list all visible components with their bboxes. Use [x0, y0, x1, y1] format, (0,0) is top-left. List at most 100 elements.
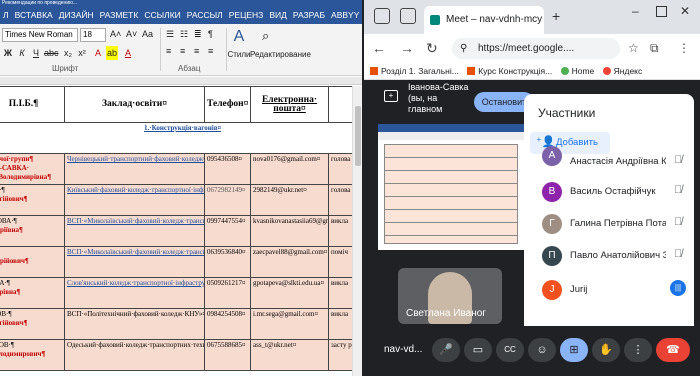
- ribbon-tab-references[interactable]: ССЫЛКИ: [141, 6, 183, 24]
- pilcrow-icon[interactable]: ¶: [208, 29, 213, 39]
- leave-call-button[interactable]: ☎: [656, 338, 690, 362]
- menu-icon[interactable]: ⋮: [678, 34, 690, 62]
- grow-font-icon[interactable]: A˄: [110, 29, 121, 39]
- bookmark-item[interactable]: Яндекс: [602, 62, 642, 79]
- presenter-banner: + Іванова-Савка (вы, на главном Останови…: [378, 80, 534, 118]
- name-cell: ИМОВ·¶ ·Сергійович¶: [0, 308, 65, 340]
- avatar: В: [542, 182, 562, 202]
- ribbon-tab-file[interactable]: Л: [0, 6, 12, 24]
- tab-bar: Meet – nav-vdnh-mcy + – ✕: [364, 0, 700, 34]
- numbering-icon[interactable]: ☷: [180, 29, 188, 40]
- document-page[interactable]: П.І.Б.¶ Заклад·освіти¤ Телефон¤ Електрон…: [0, 86, 352, 376]
- paragraph-group-label: Абзац: [178, 64, 201, 73]
- justify-icon[interactable]: ≡: [208, 46, 213, 56]
- ribbon-divider: [160, 28, 161, 71]
- browser-window: Meet – nav-vdnh-mcy + – ✕ ← → ↻ ⚲ https:…: [364, 0, 700, 376]
- site-info-icon[interactable]: ⚲: [460, 38, 467, 59]
- bookmarks-bar: Розділ 1. Загальні... Курс Конструкція..…: [364, 62, 700, 80]
- forward-icon[interactable]: →: [400, 34, 414, 62]
- subscript-icon[interactable]: x₂: [62, 46, 74, 60]
- yandex-icon: [602, 67, 611, 75]
- bold-icon[interactable]: Ж: [2, 46, 14, 60]
- ribbon-tab-view[interactable]: ВИД: [266, 6, 290, 24]
- bookmark-item[interactable]: Курс Конструкція...: [467, 62, 552, 79]
- microphone-icon: 🎤: [439, 344, 453, 356]
- tab-actions-icon[interactable]: [374, 8, 390, 24]
- align-center-icon[interactable]: ≡: [180, 46, 185, 56]
- font-size-select[interactable]: 18: [80, 28, 106, 42]
- table-row: НІКОВА·¶ ·Андріївна¶ ВСП·«Миколаївський·…: [0, 215, 352, 247]
- underline-icon[interactable]: Ч: [30, 46, 42, 60]
- phone-cell: 095436508¤: [204, 153, 251, 185]
- ribbon-tab-review[interactable]: РЕЦЕНЗ: [226, 6, 267, 24]
- presenter-label: Іванова-Савка (вы, на главном: [408, 82, 469, 114]
- camera-button[interactable]: ▭: [464, 338, 492, 362]
- font-name-select[interactable]: Times New Roman: [2, 28, 78, 42]
- camera-icon: ▭: [472, 344, 484, 356]
- ribbon-tab-insert[interactable]: ВСТАВКА: [12, 6, 56, 24]
- shrink-font-icon[interactable]: A˅: [126, 29, 137, 39]
- email-cell: ass_t@ukr.net¤: [250, 339, 329, 371]
- participant-row[interactable]: В Василь Остафійчук 🎙̸: [524, 176, 694, 208]
- url-field[interactable]: ⚲ https://meet.google....: [452, 38, 620, 59]
- styles-icon[interactable]: A: [226, 28, 252, 46]
- browser-tab-meet[interactable]: Meet – nav-vdnh-mcy: [424, 6, 544, 34]
- section-title: 1.·Конструкція·вагонів¤: [0, 122, 352, 154]
- bookmark-item[interactable]: Розділ 1. Загальні...: [370, 62, 459, 79]
- ribbon-tab-mailings[interactable]: РАССЫЛ: [184, 6, 226, 24]
- more-options-button[interactable]: ⋮: [624, 338, 652, 362]
- bookmark-favicon-icon: [467, 67, 476, 75]
- font-color-icon[interactable]: A: [122, 46, 134, 60]
- italic-icon[interactable]: К: [16, 46, 28, 60]
- new-tab-icon[interactable]: +: [552, 8, 560, 24]
- strikethrough-icon[interactable]: abc: [44, 46, 59, 60]
- participant-row[interactable]: Г Галина Петрівна Потап... 🎙̸: [524, 208, 694, 240]
- avatar: А: [542, 146, 562, 166]
- vertical-scrollbar[interactable]: [352, 86, 362, 376]
- bookmark-item[interactable]: Home: [560, 62, 594, 79]
- ribbon-tab-abbyy[interactable]: ABBYY Fi: [328, 6, 362, 24]
- text-effects-icon[interactable]: A: [92, 46, 104, 60]
- multilevel-list-icon[interactable]: ≣: [194, 29, 202, 40]
- reactions-button[interactable]: ☺: [528, 338, 556, 362]
- present-button[interactable]: ⊞: [560, 338, 588, 362]
- extensions-icon[interactable]: ⧉: [650, 34, 659, 62]
- participant-row[interactable]: П Павло Анатолійович За... 🎙̸: [524, 240, 694, 272]
- reload-icon[interactable]: ↻: [426, 34, 438, 62]
- ribbon-tab-layout[interactable]: РАЗМЕТК: [97, 6, 142, 24]
- tab-title: Meet – nav-vdnh-mcy: [446, 14, 543, 25]
- captions-icon: CC: [504, 345, 516, 354]
- email-cell: zaecpavel88@gmail.com¤: [250, 246, 329, 278]
- participant-name: Галина Петрівна Потап...: [570, 218, 666, 229]
- name-cell: ЕНКОВ·¶ а·Володимирович¶: [0, 339, 65, 371]
- close-window-icon[interactable]: ✕: [680, 4, 690, 18]
- find-icon[interactable]: ⌕: [262, 28, 269, 44]
- shared-screen-preview[interactable]: [378, 124, 524, 250]
- bookmark-star-icon[interactable]: ☆: [628, 34, 639, 62]
- participants-title: Участники: [538, 106, 596, 120]
- name-cell: ПОВА·¶ ·Петрівна¶: [0, 277, 65, 309]
- tab-groups-icon[interactable]: [400, 8, 416, 24]
- name-line: ана·Володимирівна¶: [0, 173, 51, 181]
- captions-button[interactable]: CC: [496, 338, 524, 362]
- header-name: П.І.Б.¶: [0, 86, 65, 123]
- ribbon-tab-developer[interactable]: РАЗРАБ: [290, 6, 328, 24]
- align-left-icon[interactable]: ≡: [166, 46, 171, 56]
- name-line: ·Петрівна¶: [0, 288, 21, 296]
- back-icon[interactable]: ←: [372, 34, 386, 62]
- video-tile[interactable]: Светлана Иваног: [398, 268, 502, 324]
- bullets-icon[interactable]: ☰: [166, 29, 174, 40]
- home-icon: [560, 67, 569, 75]
- scrollbar-thumb[interactable]: [355, 106, 361, 166]
- ribbon-tab-design[interactable]: ДИЗАЙН: [56, 6, 97, 24]
- minimize-icon[interactable]: –: [632, 4, 639, 18]
- highlight-icon[interactable]: ab: [106, 46, 118, 60]
- editing-button[interactable]: Редактирование: [250, 50, 311, 59]
- raise-hand-button[interactable]: ✋: [592, 338, 620, 362]
- change-case-icon[interactable]: Aa: [142, 29, 153, 39]
- align-right-icon[interactable]: ≡: [194, 46, 199, 56]
- maximize-icon[interactable]: [656, 6, 667, 17]
- superscript-icon[interactable]: x²: [76, 46, 88, 60]
- microphone-button[interactable]: 🎤: [432, 338, 460, 362]
- participant-row[interactable]: J Jurij |||: [524, 274, 694, 306]
